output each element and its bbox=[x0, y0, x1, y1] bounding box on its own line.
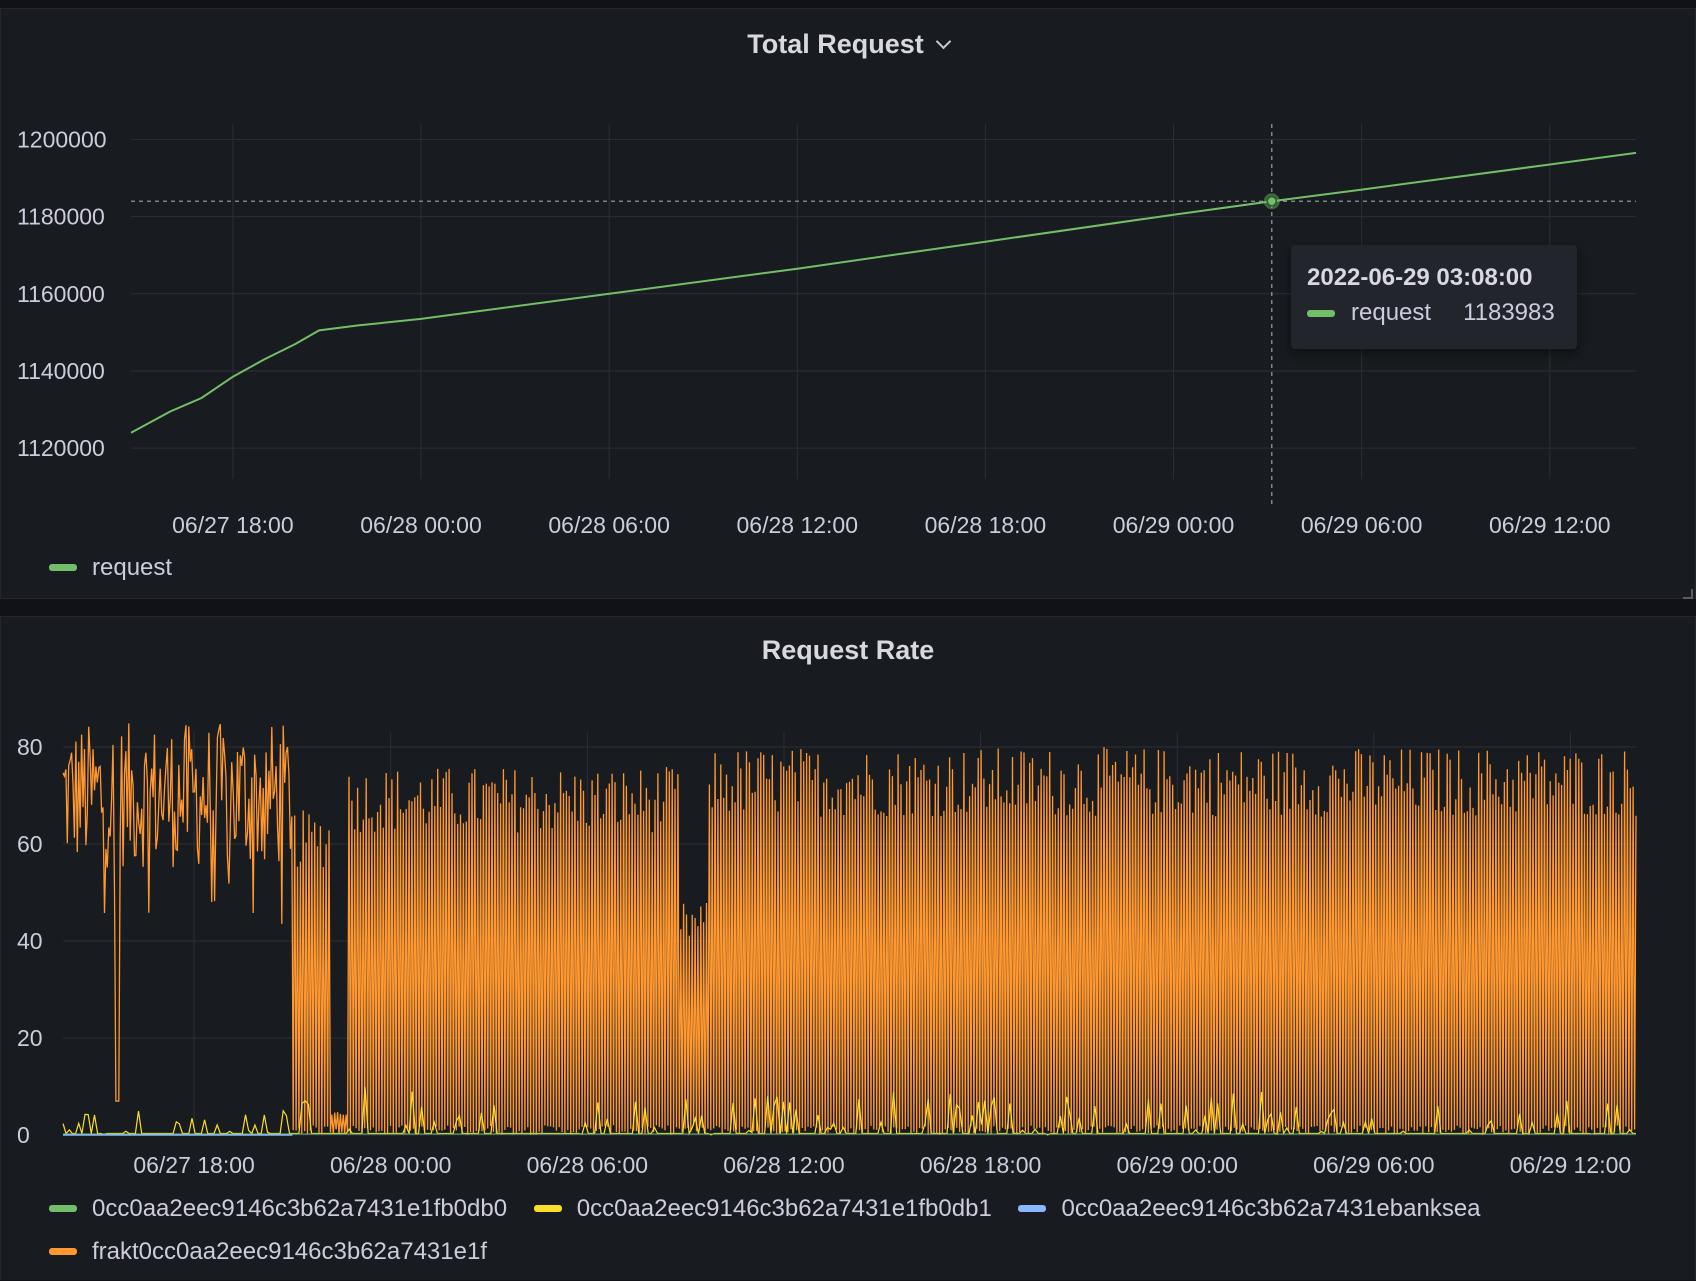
legend-item[interactable]: 0cc0aa2eec9146c3b62a7431e1fb0db0 bbox=[49, 1195, 507, 1223]
legend-swatch bbox=[533, 1205, 562, 1212]
request-rate-chart[interactable]: 0 20 40 60 80 06/27 18:00 06/28 00:00 06/28 06:… bbox=[1, 617, 1696, 1281]
y-tick-label: 1200000 bbox=[17, 126, 107, 152]
legend-item[interactable]: 0cc0aa2eec9146c3b62a7431ebanksea bbox=[1018, 1194, 1481, 1223]
tooltip-swatch bbox=[1307, 309, 1335, 317]
legend-swatch bbox=[1018, 1205, 1047, 1212]
legend-label: 0cc0aa2eec9146c3b62a7431ebanksea bbox=[1061, 1194, 1481, 1222]
y-tick-label: 40 bbox=[17, 928, 43, 954]
legend-item[interactable]: frakt0cc0aa2eec9146c3b62a7431e1f bbox=[49, 1238, 487, 1266]
x-tick-label: 06/28 12:00 bbox=[737, 512, 859, 538]
x-tick-label: 06/28 06:00 bbox=[548, 512, 670, 538]
tooltip-row: request 1183983 bbox=[1307, 299, 1555, 327]
y-tick-label: 80 bbox=[17, 734, 43, 760]
y-tick-label: 1160000 bbox=[17, 281, 105, 307]
y-tick-label: 60 bbox=[17, 831, 43, 857]
legend-swatch bbox=[49, 1205, 77, 1212]
x-tick-label: 06/29 12:00 bbox=[1489, 512, 1611, 538]
hover-tooltip: 2022-06-29 03:08:00 request 1183983 bbox=[1291, 245, 1577, 349]
legend-item[interactable]: request bbox=[49, 554, 172, 582]
x-tick-label: 06/28 18:00 bbox=[925, 512, 1047, 538]
resize-handle[interactable] bbox=[1683, 589, 1693, 599]
x-tick-label: 06/27 18:00 bbox=[172, 512, 294, 538]
x-tick-label: 06/28 00:00 bbox=[330, 1152, 452, 1178]
legend: 0cc0aa2eec9146c3b62a7431e1fb0db0 0cc0aa2… bbox=[49, 1191, 1501, 1223]
series-line-frakt0cc0aa2eec9146c3b62a7431e1f bbox=[62, 723, 1637, 1136]
x-tick-label: 06/29 12:00 bbox=[1510, 1152, 1632, 1178]
legend-label: 0cc0aa2eec9146c3b62a7431e1fb0db1 bbox=[576, 1194, 992, 1222]
tooltip-time: 2022-06-29 03:08:00 bbox=[1307, 264, 1533, 291]
x-tick-label: 06/28 18:00 bbox=[920, 1152, 1042, 1178]
x-tick-label: 06/28 12:00 bbox=[723, 1152, 845, 1178]
x-tick-label: 06/29 00:00 bbox=[1116, 1152, 1238, 1178]
legend-label: request bbox=[92, 553, 173, 581]
y-tick-label: 1180000 bbox=[17, 204, 105, 230]
y-tick-label: 20 bbox=[17, 1025, 43, 1051]
total-request-panel: Total Request 1120000 1140000 1160000 11800… bbox=[0, 8, 1696, 599]
legend-label: 0cc0aa2eec9146c3b62a7431e1fb0db0 bbox=[92, 1194, 508, 1222]
x-tick-label: 06/29 06:00 bbox=[1301, 512, 1423, 538]
x-tick-label: 06/29 06:00 bbox=[1313, 1152, 1435, 1178]
request-rate-panel: Request Rate 0 20 40 60 80 06/27 18:00 06/28 0… bbox=[0, 616, 1696, 1280]
legend-row-2: frakt0cc0aa2eec9146c3b62a7431e1f bbox=[49, 1234, 507, 1266]
hover-point bbox=[1266, 195, 1278, 207]
legend-swatch bbox=[49, 564, 77, 571]
tooltip-series: request bbox=[1351, 299, 1432, 326]
legend-swatch bbox=[49, 1248, 77, 1255]
x-tick-label: 06/28 00:00 bbox=[360, 512, 482, 538]
legend-item[interactable]: 0cc0aa2eec9146c3b62a7431e1fb0db1 bbox=[533, 1194, 992, 1223]
legend-label: frakt0cc0aa2eec9146c3b62a7431e1f bbox=[92, 1237, 487, 1265]
y-tick-label: 1140000 bbox=[17, 358, 105, 384]
x-tick-label: 06/27 18:00 bbox=[133, 1152, 255, 1178]
y-tick-label: 0 bbox=[17, 1122, 30, 1148]
tooltip-value: 1183983 bbox=[1463, 299, 1555, 326]
x-tick-label: 06/29 00:00 bbox=[1113, 512, 1235, 538]
y-tick-label: 1120000 bbox=[17, 435, 105, 461]
legend: request bbox=[49, 550, 192, 582]
x-tick-label: 06/28 06:00 bbox=[527, 1152, 649, 1178]
